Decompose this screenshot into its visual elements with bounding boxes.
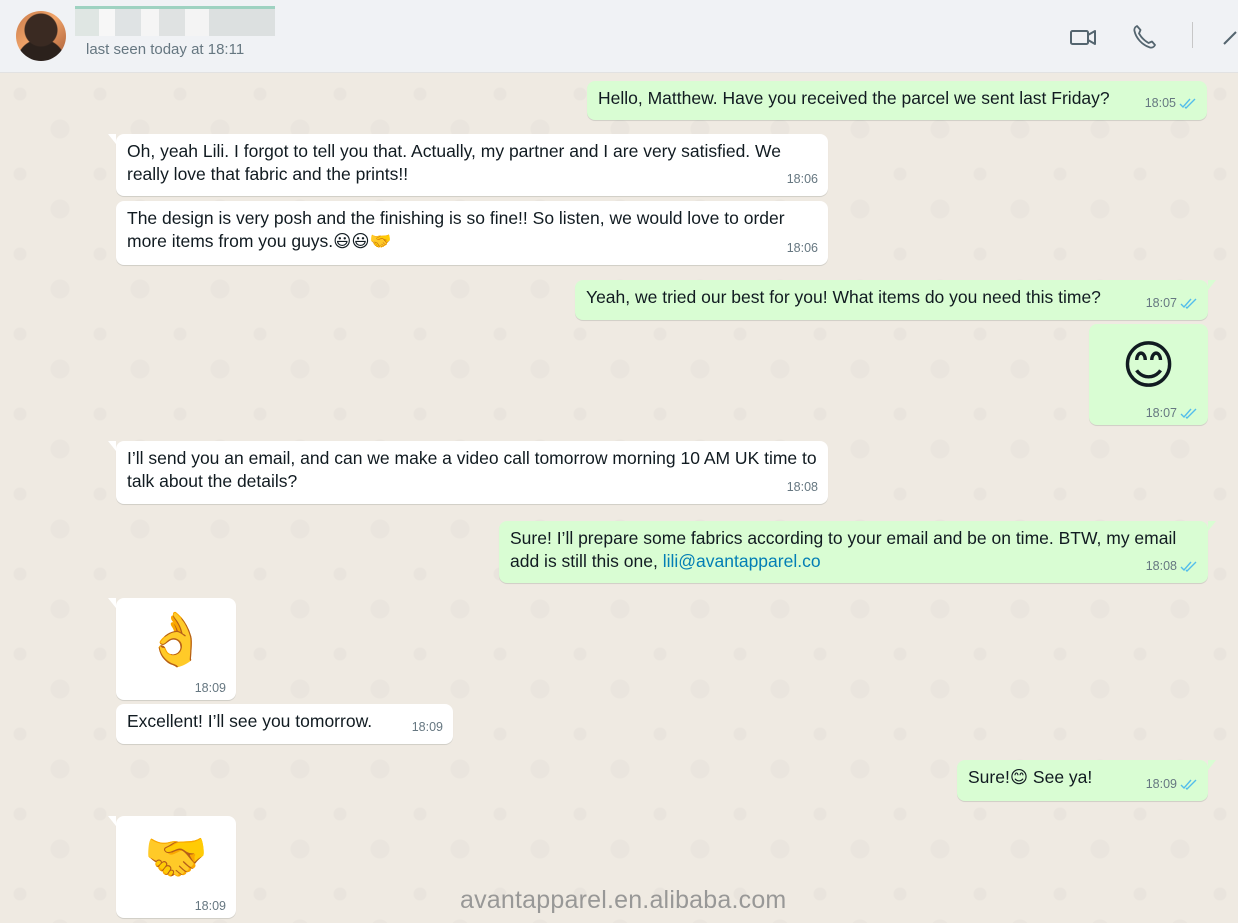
message-time: 18:09 bbox=[194, 681, 226, 695]
bubble-tail bbox=[108, 134, 116, 144]
message-outgoing[interactable]: Hello, Matthew. Have you received the pa… bbox=[587, 81, 1207, 120]
contact-avatar[interactable] bbox=[16, 11, 66, 61]
message-incoming[interactable]: Excellent! I’ll see you tomorrow. 18:09 bbox=[116, 704, 453, 744]
voice-call-icon[interactable] bbox=[1130, 22, 1160, 52]
bubble-tail bbox=[1208, 760, 1216, 770]
read-ticks-icon bbox=[1180, 561, 1197, 572]
read-ticks-icon bbox=[1179, 98, 1196, 109]
message-time: 18:05 bbox=[1145, 92, 1197, 115]
message-text: Sure! I’ll prepare some fabrics accordin… bbox=[510, 528, 1177, 571]
message-time: 18:09 bbox=[1146, 773, 1198, 796]
bubble-tail bbox=[1208, 521, 1216, 531]
video-call-icon[interactable] bbox=[1068, 22, 1098, 52]
message-outgoing[interactable]: Yeah, we tried our best for you! What it… bbox=[575, 280, 1216, 320]
message-outgoing-emoji[interactable]: 😊 18:07 bbox=[1089, 324, 1208, 425]
message-time: 18:09 bbox=[411, 720, 443, 734]
search-icon[interactable] bbox=[1222, 22, 1238, 52]
message-outgoing[interactable]: Sure! I’ll prepare some fabrics accordin… bbox=[499, 521, 1216, 583]
message-text: Sure!😊 See ya! bbox=[968, 767, 1093, 787]
smiling-face-emoji: 😊 bbox=[1121, 337, 1176, 395]
header-divider bbox=[1192, 22, 1193, 48]
message-incoming[interactable]: The design is very posh and the finishin… bbox=[116, 201, 828, 265]
watermark: avantapparel.en.alibaba.com bbox=[460, 886, 787, 914]
message-outgoing[interactable]: Sure!😊 See ya! 18:09 bbox=[957, 760, 1216, 801]
message-time: 18:06 bbox=[786, 172, 818, 186]
message-text: I’ll send you an email, and can we make … bbox=[127, 448, 817, 491]
message-text: Excellent! I’ll see you tomorrow. bbox=[127, 711, 373, 731]
bubble-tail bbox=[1208, 280, 1216, 290]
message-text: Hello, Matthew. Have you received the pa… bbox=[598, 88, 1110, 108]
message-text: The design is very posh and the finishin… bbox=[127, 208, 785, 251]
message-time: 18:08 bbox=[786, 480, 818, 494]
message-text: Yeah, we tried our best for you! What it… bbox=[586, 287, 1101, 307]
message-time: 18:08 bbox=[1146, 555, 1198, 578]
message-time: 18:07 bbox=[1146, 292, 1198, 315]
bubble-tail bbox=[108, 598, 116, 608]
handshake-emoji: 🤝 bbox=[143, 829, 209, 887]
message-time: 18:06 bbox=[786, 241, 818, 255]
message-time: 18:09 bbox=[194, 899, 226, 913]
bubble-tail bbox=[108, 816, 116, 826]
message-incoming[interactable]: Oh, yeah Lili. I forgot to tell you that… bbox=[108, 134, 828, 196]
contact-name-blurred[interactable] bbox=[75, 6, 275, 36]
message-incoming-emoji[interactable]: 👌 18:09 bbox=[108, 598, 236, 700]
message-time: 18:07 bbox=[1146, 406, 1198, 420]
message-incoming[interactable]: I’ll send you an email, and can we make … bbox=[108, 441, 828, 504]
read-ticks-icon bbox=[1180, 298, 1197, 309]
chat-area: Hello, Matthew. Have you received the pa… bbox=[0, 74, 1238, 923]
last-seen-status: last seen today at 18:11 bbox=[86, 41, 245, 58]
bubble-tail bbox=[108, 441, 116, 451]
message-incoming-emoji[interactable]: 🤝 18:09 bbox=[108, 816, 236, 918]
email-link[interactable]: lili@avantapparel.co bbox=[663, 551, 821, 571]
ok-hand-emoji: 👌 bbox=[143, 611, 209, 669]
chat-header: last seen today at 18:11 bbox=[0, 0, 1238, 73]
read-ticks-icon bbox=[1180, 408, 1197, 419]
read-ticks-icon bbox=[1180, 779, 1197, 790]
message-text: Oh, yeah Lili. I forgot to tell you that… bbox=[127, 141, 781, 184]
